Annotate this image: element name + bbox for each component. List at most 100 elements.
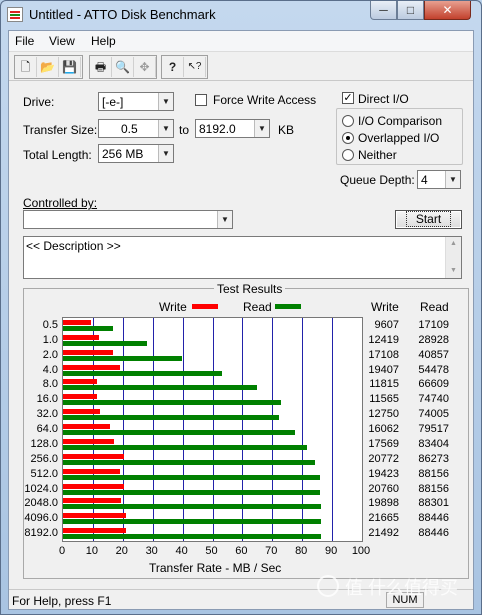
transfer-size-label: Transfer Size: bbox=[23, 123, 98, 137]
scroll-down-icon[interactable]: ▼ bbox=[446, 264, 461, 278]
y-tick-label: 2.0 bbox=[42, 348, 58, 361]
minimize-button[interactable]: ─ bbox=[370, 1, 397, 20]
y-tick-label: 32.0 bbox=[36, 408, 58, 421]
menu-file[interactable]: File bbox=[15, 34, 34, 48]
context-help-icon[interactable]: ↖? bbox=[184, 57, 206, 77]
write-bar bbox=[63, 364, 120, 370]
read-bar bbox=[63, 519, 322, 525]
force-write-checkbox[interactable] bbox=[195, 94, 207, 106]
toolbar-print-group: 🖶 🔍 ✥ bbox=[89, 55, 157, 79]
io-comparison-radio[interactable] bbox=[342, 115, 354, 127]
read-bar bbox=[63, 415, 280, 421]
print-preview-icon[interactable]: 🔍 bbox=[112, 57, 134, 77]
description-scrollbar[interactable]: ▲ ▼ bbox=[445, 237, 461, 278]
y-tick-label: 4096.0 bbox=[24, 512, 58, 525]
maximize-button[interactable]: □ bbox=[397, 1, 424, 20]
write-bar bbox=[63, 409, 101, 415]
write-bar bbox=[63, 379, 98, 385]
write-value: 12750 bbox=[368, 408, 399, 421]
read-value: 79517 bbox=[418, 423, 449, 436]
x-tick-label: 100 bbox=[351, 545, 371, 557]
x-axis-title: Transfer Rate - MB / Sec bbox=[149, 561, 282, 575]
neither-radio[interactable] bbox=[342, 149, 354, 161]
close-button[interactable]: ✕ bbox=[424, 1, 471, 20]
read-value: 66609 bbox=[418, 378, 449, 391]
read-bar bbox=[63, 534, 322, 540]
write-value: 17569 bbox=[368, 437, 399, 450]
read-bar bbox=[63, 444, 307, 450]
direct-io-label: Direct I/O bbox=[358, 92, 409, 106]
y-tick-label: 0.5 bbox=[42, 319, 58, 331]
read-bar bbox=[63, 430, 296, 436]
write-bar bbox=[63, 320, 92, 325]
scroll-up-icon[interactable]: ▲ bbox=[446, 237, 461, 251]
chevron-down-icon: ▼ bbox=[158, 145, 173, 162]
print-icon[interactable]: 🖶 bbox=[90, 57, 112, 77]
menu-help[interactable]: Help bbox=[91, 34, 116, 48]
new-file-icon[interactable]: 🗋 bbox=[15, 57, 37, 77]
move-icon: ✥ bbox=[134, 57, 156, 77]
total-length-select[interactable]: 256 MB ▼ bbox=[98, 144, 174, 163]
read-value: 40857 bbox=[418, 348, 449, 361]
write-bar bbox=[63, 424, 110, 430]
drive-select[interactable]: [-e-] ▼ bbox=[98, 92, 174, 111]
read-bar bbox=[63, 489, 321, 495]
controlled-by-select[interactable]: ▼ bbox=[23, 210, 233, 229]
write-bar bbox=[63, 513, 127, 519]
description-textarea[interactable]: << Description >> ▲ ▼ bbox=[23, 236, 462, 279]
total-length-label: Total Length: bbox=[23, 148, 92, 162]
y-tick-label: 4.0 bbox=[42, 363, 58, 376]
io-comparison-label: I/O Comparison bbox=[358, 114, 443, 128]
grid-line bbox=[332, 318, 333, 541]
read-bar bbox=[63, 385, 258, 391]
read-bar bbox=[63, 326, 113, 331]
y-tick-label: 512.0 bbox=[30, 467, 58, 480]
write-value: 12419 bbox=[368, 333, 399, 346]
read-value: 83404 bbox=[418, 437, 449, 450]
queue-depth-select[interactable]: 4 ▼ bbox=[417, 170, 461, 189]
transfer-size-to-select[interactable]: 8192.0 ▼ bbox=[195, 119, 270, 138]
neither-label: Neither bbox=[358, 148, 397, 162]
y-tick-label: 1.0 bbox=[42, 333, 58, 346]
read-value: 74740 bbox=[418, 393, 449, 406]
read-value: 88301 bbox=[418, 497, 449, 510]
direct-io-checkbox[interactable]: ✓ bbox=[342, 92, 354, 104]
write-bar bbox=[63, 528, 126, 534]
help-icon[interactable]: ? bbox=[162, 57, 184, 77]
write-value: 21492 bbox=[368, 527, 399, 540]
write-bar bbox=[63, 453, 124, 459]
read-value: 88446 bbox=[418, 512, 449, 525]
read-bar bbox=[63, 400, 282, 406]
x-tick-label: 40 bbox=[175, 545, 188, 557]
drive-value: [-e-] bbox=[102, 95, 124, 109]
menu-view[interactable]: View bbox=[49, 34, 75, 48]
open-folder-icon[interactable]: 📂 bbox=[37, 57, 59, 77]
overlapped-io-label: Overlapped I/O bbox=[358, 131, 440, 145]
y-tick-label: 64.0 bbox=[36, 423, 58, 436]
write-bar bbox=[63, 394, 97, 400]
x-tick-label: 20 bbox=[115, 545, 128, 557]
write-value: 17108 bbox=[368, 348, 399, 361]
chevron-down-icon: ▼ bbox=[217, 211, 232, 228]
write-value: 11815 bbox=[369, 378, 399, 391]
read-value: 88156 bbox=[418, 482, 449, 495]
overlapped-io-radio[interactable] bbox=[342, 132, 354, 144]
toolbar-help-group: ? ↖? bbox=[161, 55, 208, 79]
read-bar bbox=[63, 504, 321, 510]
save-icon[interactable]: 💾 bbox=[59, 57, 81, 77]
chevron-down-icon: ▼ bbox=[445, 171, 460, 188]
queue-depth-label: Queue Depth: bbox=[340, 173, 415, 187]
legend-write-label: Write bbox=[159, 300, 187, 314]
chevron-down-icon: ▼ bbox=[158, 93, 173, 110]
transfer-to-value: 8192.0 bbox=[199, 122, 236, 136]
y-tick-label: 8.0 bbox=[42, 378, 58, 391]
read-column-header: Read bbox=[420, 300, 449, 314]
title-bar[interactable]: Untitled - ATTO Disk Benchmark ─ □ ✕ bbox=[1, 1, 481, 29]
read-value: 17109 bbox=[418, 319, 449, 331]
start-button[interactable]: Start bbox=[395, 210, 462, 229]
write-bar bbox=[63, 334, 100, 340]
transfer-size-from-select[interactable]: 0.5 ▼ bbox=[98, 119, 174, 138]
controlled-by-label: Controlled by: bbox=[23, 196, 98, 210]
read-value: 86273 bbox=[418, 452, 449, 465]
to-label: to bbox=[179, 123, 190, 137]
